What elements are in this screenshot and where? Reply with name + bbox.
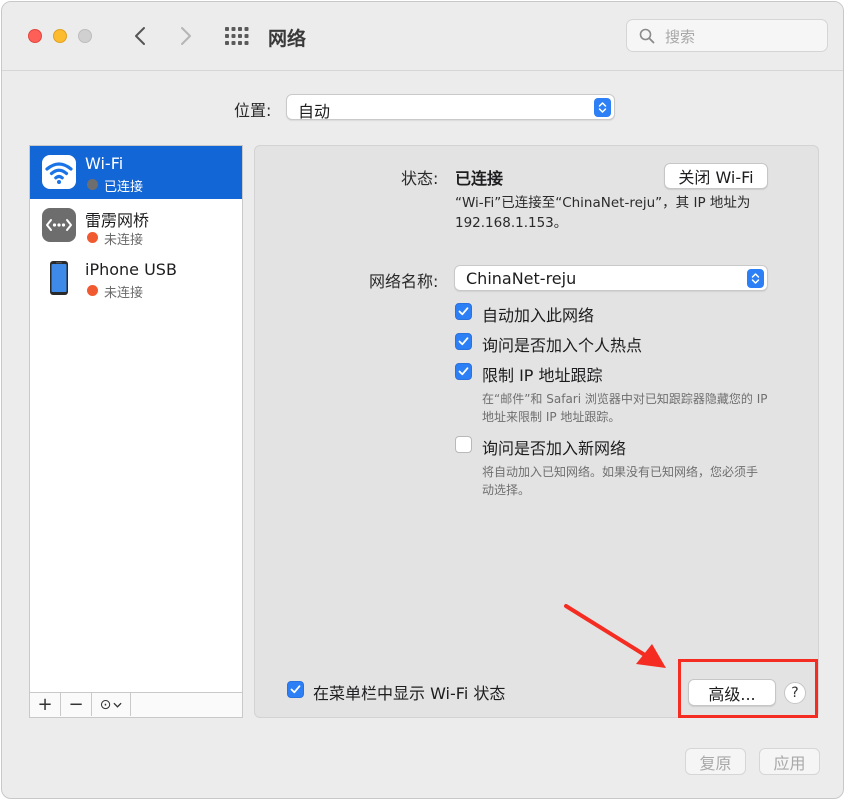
remove-service-button[interactable]: −: [61, 693, 92, 716]
close-window-button[interactable]: [28, 29, 42, 43]
limit-ip-tracking-checkbox[interactable]: [455, 363, 472, 380]
back-button[interactable]: [129, 24, 151, 48]
minimize-window-button[interactable]: [53, 29, 67, 43]
service-name: iPhone USB: [85, 260, 177, 279]
add-service-button[interactable]: +: [30, 693, 61, 716]
search-icon: [639, 28, 655, 44]
status-dot: [87, 232, 98, 243]
limit-ip-note-line2: 地址来限制 IP 地址跟踪。: [482, 410, 621, 424]
ask-hotspot-checkbox[interactable]: [455, 333, 472, 350]
service-name: Wi-Fi: [85, 154, 124, 173]
service-name: 雷雳网桥: [85, 211, 150, 230]
wifi-icon: [42, 155, 76, 189]
window-title: 网络: [268, 28, 307, 50]
service-item-iphone-usb[interactable]: iPhone USB 未连接: [30, 252, 242, 305]
search-field[interactable]: [626, 19, 828, 52]
checkmark-icon: [290, 685, 301, 694]
title-bar: 网络: [2, 2, 843, 71]
updown-chevron-icon: [747, 269, 764, 288]
status-description-line2: 192.168.1.153。: [455, 215, 568, 231]
checkmark-icon: [458, 337, 469, 346]
service-item-wifi[interactable]: Wi-Fi 已连接: [30, 146, 242, 199]
updown-chevron-icon: [594, 98, 611, 117]
iphone-icon: [50, 261, 68, 295]
location-popup[interactable]: 自动: [286, 94, 615, 121]
show-wifi-in-menubar-label[interactable]: 在菜单栏中显示 Wi-Fi 状态: [313, 680, 505, 704]
network-preferences-window: 网络 位置: 自动 Wi-Fi 已连接: [1, 1, 844, 799]
checkmark-icon: [458, 367, 469, 376]
service-status: 未连接: [104, 286, 144, 301]
service-actions-menu-button[interactable]: ⊙: [92, 693, 131, 716]
chevron-left-icon: [135, 27, 145, 45]
search-input[interactable]: [663, 24, 817, 50]
annotation-highlight-box: [678, 659, 818, 718]
ask-new-note-line2: 动选择。: [482, 483, 531, 497]
show-wifi-in-menubar-checkbox[interactable]: [287, 681, 304, 698]
ask-hotspot-label[interactable]: 询问是否加入个人热点: [482, 332, 642, 356]
status-dot: [87, 285, 98, 296]
thunderbolt-bridge-icon: [42, 208, 76, 242]
chevron-down-icon: [113, 702, 122, 708]
limit-ip-note-line1: 在“邮件”和 Safari 浏览器中对已知跟踪器隐藏您的 IP: [482, 392, 768, 406]
chevron-right-icon: [181, 27, 191, 45]
auto-join-checkbox[interactable]: [455, 303, 472, 320]
service-status: 已连接: [104, 180, 144, 195]
status-dot: [87, 179, 98, 190]
turn-off-wifi-button[interactable]: 关闭 Wi-Fi: [664, 163, 768, 189]
service-status: 未连接: [104, 233, 144, 248]
forward-button[interactable]: [175, 24, 197, 48]
limit-ip-tracking-label[interactable]: 限制 IP 地址跟踪: [482, 362, 603, 386]
ask-new-networks-label[interactable]: 询问是否加入新网络: [482, 435, 626, 459]
location-label: 位置:: [234, 101, 272, 120]
service-item-thunderbolt-bridge[interactable]: 雷雳网桥 未连接: [30, 199, 242, 252]
annotation-arrow-icon: [564, 604, 666, 668]
ask-new-note-line1: 将自动加入已知网络。如果没有已知网络，您必须手: [482, 465, 759, 479]
network-name-value: ChinaNet-reju: [466, 269, 577, 288]
checkmark-icon: [458, 307, 469, 316]
service-list-toolbar: + − ⊙: [30, 692, 242, 717]
status-value: 已连接: [455, 169, 504, 188]
zoom-window-button[interactable]: [78, 29, 92, 43]
revert-button[interactable]: 复原: [685, 748, 746, 775]
location-value: 自动: [298, 102, 331, 121]
network-name-popup[interactable]: ChinaNet-reju: [454, 265, 768, 291]
auto-join-label[interactable]: 自动加入此网络: [482, 302, 594, 326]
show-all-grid-icon[interactable]: [225, 27, 249, 45]
apply-button[interactable]: 应用: [759, 748, 820, 775]
more-actions-icon: ⊙: [99, 696, 112, 713]
status-label: 状态:: [401, 169, 439, 188]
service-list: Wi-Fi 已连接 雷雳网桥 未连接 iPhone USB 未连接 + − ⊙: [29, 145, 243, 718]
status-description-line1: “Wi-Fi”已连接至“ChinaNet-reju”，其 IP 地址为: [455, 195, 751, 211]
network-name-label: 网络名称:: [369, 272, 439, 291]
ask-new-networks-checkbox[interactable]: [455, 436, 472, 453]
